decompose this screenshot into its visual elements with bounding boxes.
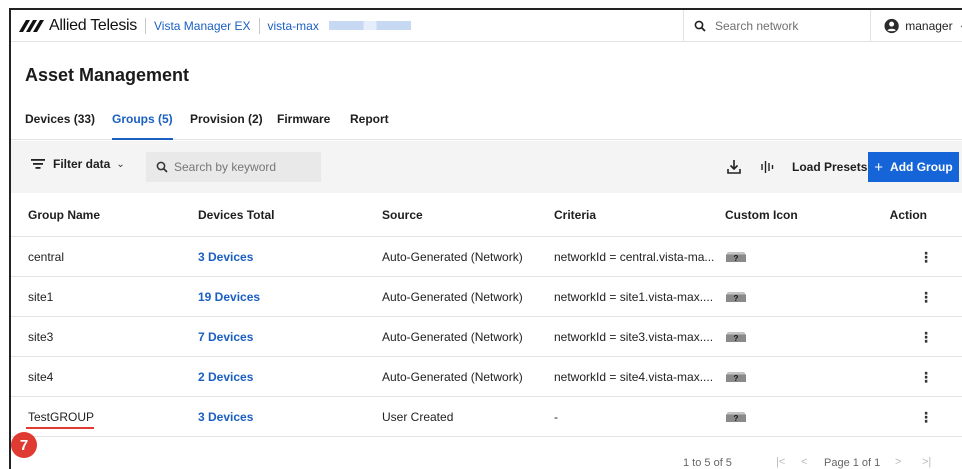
header-custom-icon: Custom Icon (725, 207, 798, 222)
group-source: User Created (382, 409, 454, 424)
table-row[interactable]: TestGROUP 3 Devices User Created - ? ⋮ (11, 397, 962, 437)
kebab-menu-icon[interactable]: ⋮ (916, 277, 936, 316)
keyword-search-input[interactable]: Search by keyword (146, 152, 321, 182)
table-toolbar: Filter data ⌄ Search by keyword Load Pre… (11, 141, 962, 193)
group-source: Auto-Generated (Network) (382, 249, 523, 264)
page-title: Asset Management (25, 65, 190, 85)
unknown-device-icon: ? (725, 277, 747, 316)
devices-total-link[interactable]: 3 Devices (198, 237, 253, 276)
chevron-down-icon: ⌄ (116, 158, 125, 170)
top-bar: Allied Telesis Vista Manager EX vista-ma… (11, 10, 962, 42)
tab-report[interactable]: Report (350, 112, 389, 140)
group-name: site1 (28, 289, 54, 304)
page-indicator: Page 1 of 1 (824, 457, 881, 469)
keyword-search-placeholder: Search by keyword (174, 160, 277, 174)
group-criteria: - (554, 409, 558, 424)
unknown-device-icon: ? (725, 397, 747, 436)
filter-data-button[interactable]: Filter data ⌄ (31, 154, 125, 174)
tab-provision[interactable]: Provision (2) (190, 112, 263, 140)
tab-firmware[interactable]: Firmware (277, 112, 330, 140)
add-group-button[interactable]: + Add Group (868, 152, 959, 182)
kebab-menu-icon[interactable]: ⋮ (916, 357, 936, 396)
kebab-menu-icon[interactable]: ⋮ (916, 397, 936, 436)
table-row[interactable]: site1 19 Devices Auto-Generated (Network… (11, 277, 962, 317)
svg-text:?: ? (734, 254, 739, 263)
filter-data-label: Filter data (53, 157, 111, 171)
add-group-label: Add Group (890, 160, 953, 174)
pagination-count: 1 to 5 of 5 (683, 457, 732, 469)
previous-page-button[interactable]: < (801, 456, 807, 468)
unknown-device-icon: ? (725, 237, 747, 276)
annotation-step-badge: 7 (11, 432, 37, 458)
plus-icon: + (874, 158, 884, 176)
group-source: Auto-Generated (Network) (382, 329, 523, 344)
network-search[interactable]: Search network (683, 10, 871, 41)
group-name: TestGROUP (28, 409, 95, 424)
table-row[interactable]: central 3 Devices Auto-Generated (Networ… (11, 237, 962, 277)
header-group-name[interactable]: Group Name (28, 193, 100, 236)
svg-text:?: ? (734, 294, 739, 303)
search-icon (694, 20, 706, 32)
table-row[interactable]: site4 2 Devices Auto-Generated (Network)… (11, 357, 962, 397)
group-criteria: networkId = site4.vista-max.... (554, 369, 714, 384)
filter-icon (31, 159, 45, 169)
group-name: site4 (28, 369, 54, 384)
chevron-down-icon: ⌄ (959, 20, 962, 31)
header-devices-total[interactable]: Devices Total (198, 193, 274, 236)
product-name: Vista Manager EX (154, 18, 251, 33)
app-window: Allied Telesis Vista Manager EX vista-ma… (9, 8, 962, 469)
network-search-placeholder: Search network (715, 18, 799, 33)
group-criteria: networkId = site3.vista-max.... (554, 329, 714, 344)
tab-bar: Devices (33) Groups (5) Provision (2) Fi… (11, 106, 962, 140)
group-source: Auto-Generated (Network) (382, 369, 523, 384)
unknown-device-icon: ? (725, 317, 747, 356)
group-name: central (28, 249, 65, 264)
group-source: Auto-Generated (Network) (382, 289, 523, 304)
pagination: 1 to 5 of 5 |< < Page 1 of 1 > >| (11, 447, 962, 469)
tab-devices[interactable]: Devices (33) (25, 112, 95, 140)
allied-telesis-logo-icon (19, 19, 44, 32)
svg-text:?: ? (734, 334, 739, 343)
kebab-menu-icon[interactable]: ⋮ (916, 237, 936, 276)
svg-text:?: ? (734, 414, 739, 423)
devices-total-link[interactable]: 19 Devices (198, 277, 260, 316)
divider (145, 17, 146, 34)
server-name: vista-max (267, 18, 319, 33)
divider (258, 17, 260, 34)
table-header-row: Group Name Devices Total Source Criteria… (11, 193, 962, 237)
header-source[interactable]: Source (382, 193, 423, 236)
groups-table: Group Name Devices Total Source Criteria… (11, 193, 962, 437)
annotation-underline (26, 427, 94, 429)
tab-groups[interactable]: Groups (5) (112, 112, 173, 140)
user-menu[interactable]: manager ⌄ (872, 10, 962, 41)
unknown-device-icon: ? (725, 357, 747, 396)
devices-total-link[interactable]: 7 Devices (198, 317, 253, 356)
devices-total-link[interactable]: 3 Devices (198, 397, 253, 436)
user-account-icon (884, 18, 899, 33)
table-row[interactable]: site3 7 Devices Auto-Generated (Network)… (11, 317, 962, 357)
header-criteria[interactable]: Criteria (554, 193, 596, 236)
brand[interactable]: Allied Telesis Vista Manager EX vista-ma… (11, 10, 411, 41)
load-presets-button[interactable]: Load Presets (792, 160, 867, 174)
brand-name: Allied Telesis (49, 16, 137, 34)
kebab-menu-icon[interactable]: ⋮ (916, 317, 936, 356)
search-icon (156, 161, 168, 173)
last-page-button[interactable]: >| (922, 456, 931, 468)
user-name: manager (905, 18, 953, 33)
next-page-button[interactable]: > (895, 456, 901, 468)
svg-text:?: ? (734, 374, 739, 383)
first-page-button[interactable]: |< (776, 456, 785, 468)
group-name: site3 (28, 329, 54, 344)
header-action: Action (889, 207, 927, 222)
group-criteria: networkId = central.vista-ma... (554, 249, 715, 264)
redacted-text (328, 21, 411, 30)
columns-icon[interactable] (758, 158, 776, 176)
group-criteria: networkId = site1.vista-max.... (554, 289, 714, 304)
devices-total-link[interactable]: 2 Devices (198, 357, 253, 396)
export-icon[interactable] (725, 158, 743, 176)
